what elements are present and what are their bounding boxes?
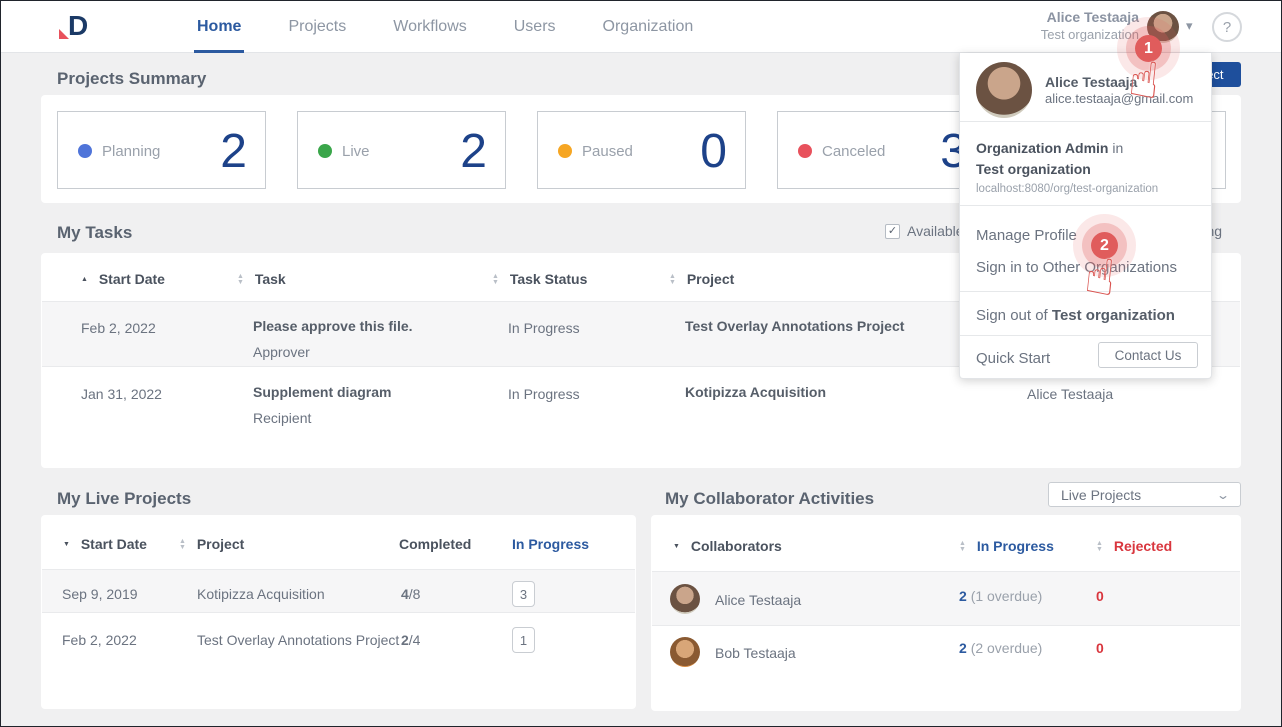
summary-card-value: 2	[220, 124, 247, 179]
menu-item-quick-start[interactable]: Quick Start	[976, 350, 1050, 367]
project-row-name[interactable]: Test Overlay Annotations Project	[197, 632, 399, 648]
task-row-role: Approver	[253, 344, 310, 360]
collaborator-avatar	[670, 637, 700, 667]
summary-card-planning[interactable]: Planning 2	[57, 111, 266, 189]
nav-tab-projects[interactable]: Projects	[288, 1, 346, 53]
sort-asc-icon: ▲	[81, 277, 88, 283]
summary-card-canceled[interactable]: Canceled 3	[777, 111, 986, 189]
sort-icon: ▲▼	[1096, 541, 1103, 553]
sort-icon: ▲▼	[669, 274, 676, 286]
collaborator-rejected: 0	[1096, 588, 1104, 604]
menu-item-manage-profile[interactable]: Manage Profile	[976, 227, 1077, 244]
collaborator-in-progress: 2 (2 overdue)	[959, 640, 1042, 656]
user-organization: Test organization	[1041, 27, 1139, 42]
collab-col-in-progress[interactable]: ▲▼ In Progress	[959, 538, 1054, 554]
menu-item-sign-out[interactable]: Sign out of Test organization	[976, 307, 1175, 324]
task-row-project[interactable]: Kotipizza Acquisition	[685, 384, 826, 400]
project-row-completed: 4/8	[401, 586, 420, 602]
summary-card-label: Canceled	[822, 143, 885, 160]
summary-card-value: 0	[700, 124, 727, 179]
planning-dot-icon	[78, 144, 92, 158]
summary-card-paused[interactable]: Paused 0	[537, 111, 746, 189]
canceled-dot-icon	[798, 144, 812, 158]
project-row-name[interactable]: Kotipizza Acquisition	[197, 586, 325, 602]
filter-available-checkbox[interactable]: ✓ Available	[885, 223, 964, 239]
dropdown-org-name: Test organization	[976, 161, 1091, 177]
projects-col-completed[interactable]: Completed	[399, 536, 471, 552]
task-row-role: Recipient	[253, 410, 311, 426]
summary-card-label: Live	[342, 143, 370, 160]
my-live-projects-title: My Live Projects	[57, 489, 191, 509]
checkbox-check-icon: ✓	[885, 224, 900, 239]
task-row-date: Jan 31, 2022	[81, 386, 162, 402]
sort-icon: ▲▼	[492, 274, 499, 286]
projects-col-start-date[interactable]: ▼ Start Date	[63, 536, 147, 552]
task-row-owner: Alice Testaaja	[1027, 386, 1113, 402]
dropdown-avatar	[976, 62, 1032, 118]
collaborator-rejected: 0	[1096, 640, 1104, 656]
task-row-title[interactable]: Please approve this file.	[253, 318, 413, 334]
help-button[interactable]: ?	[1212, 12, 1242, 42]
task-row-project[interactable]: Test Overlay Annotations Project	[685, 318, 904, 334]
hand-cursor-icon: ☝	[1126, 50, 1162, 111]
projects-summary-title: Projects Summary	[57, 69, 206, 89]
chevron-down-icon: ⌄	[1216, 488, 1230, 502]
task-row-status: In Progress	[508, 320, 580, 336]
projects-col-project[interactable]: ▲▼ Project	[179, 536, 244, 552]
task-row-title[interactable]: Supplement diagram	[253, 384, 391, 400]
tasks-col-task[interactable]: ▲▼ Task	[237, 271, 286, 287]
my-tasks-title: My Tasks	[57, 223, 132, 243]
summary-card-label: Planning	[102, 143, 160, 160]
sort-desc-icon: ▼	[673, 544, 680, 550]
collab-col-rejected[interactable]: ▲▼ Rejected	[1096, 538, 1172, 554]
dropdown-user-name: Alice Testaaja	[1045, 74, 1137, 90]
in-progress-count[interactable]: 3	[512, 581, 535, 607]
nav-tab-users[interactable]: Users	[514, 1, 556, 53]
live-dot-icon	[318, 144, 332, 158]
collaborator-activities-title: My Collaborator Activities	[665, 489, 874, 509]
paused-dot-icon	[558, 144, 572, 158]
project-row-date: Sep 9, 2019	[62, 586, 138, 602]
projects-filter-select[interactable]: Live Projects ⌄	[1048, 482, 1241, 507]
collaborator-in-progress: 2 (1 overdue)	[959, 588, 1042, 604]
tasks-col-status[interactable]: ▲▼ Task Status	[492, 271, 587, 287]
user-menu-trigger[interactable]: Alice Testaaja Test organization	[1041, 9, 1139, 42]
user-name: Alice Testaaja	[1041, 9, 1139, 25]
project-row-completed: 2/4	[401, 632, 420, 648]
collaborator-avatar	[670, 584, 700, 614]
collab-col-collaborators[interactable]: ▼ Collaborators	[673, 538, 782, 554]
menu-item-sign-in-other-orgs[interactable]: Sign in to Other Organizations	[976, 259, 1177, 276]
logo-letter: D	[68, 10, 87, 42]
tasks-col-project[interactable]: ▲▼ Project	[669, 271, 734, 287]
summary-card-value: 2	[460, 124, 487, 179]
collaborator-name[interactable]: Bob Testaaja	[715, 645, 796, 661]
app-logo[interactable]: D	[59, 10, 103, 44]
task-row-status: In Progress	[508, 386, 580, 402]
summary-card-live[interactable]: Live 2	[297, 111, 506, 189]
projects-col-in-progress[interactable]: In Progress	[512, 536, 589, 552]
contact-us-button[interactable]: Contact Us	[1098, 342, 1198, 368]
nav-tab-organization[interactable]: Organization	[603, 1, 694, 53]
nav-tab-workflows[interactable]: Workflows	[393, 1, 467, 53]
chevron-down-icon[interactable]: ▾	[1186, 18, 1193, 34]
in-progress-count[interactable]: 1	[512, 627, 535, 653]
task-row-date: Feb 2, 2022	[81, 320, 156, 336]
app-window: D Home Projects Workflows Users Organiza…	[0, 0, 1282, 727]
hand-cursor-icon: ☝	[1082, 247, 1118, 308]
sort-desc-icon: ▼	[63, 542, 70, 548]
summary-card-label: Paused	[582, 143, 633, 160]
collaborator-name[interactable]: Alice Testaaja	[715, 592, 801, 608]
dropdown-role-line: Organization Admin in	[976, 140, 1123, 156]
dropdown-org-url: localhost:8080/org/test-organization	[976, 183, 1158, 195]
sort-icon: ▲▼	[959, 541, 966, 553]
tasks-col-start-date[interactable]: ▲ Start Date	[81, 271, 165, 287]
user-dropdown-menu: Alice Testaaja alice.testaaja@gmail.com …	[959, 53, 1212, 379]
dropdown-user-email: alice.testaaja@gmail.com	[1045, 91, 1193, 106]
sort-icon: ▲▼	[179, 539, 186, 551]
sort-icon: ▲▼	[237, 274, 244, 286]
top-navbar: D Home Projects Workflows Users Organiza…	[1, 1, 1281, 53]
project-row-date: Feb 2, 2022	[62, 632, 137, 648]
main-nav: Home Projects Workflows Users Organizati…	[197, 1, 693, 53]
nav-tab-home[interactable]: Home	[197, 1, 241, 53]
